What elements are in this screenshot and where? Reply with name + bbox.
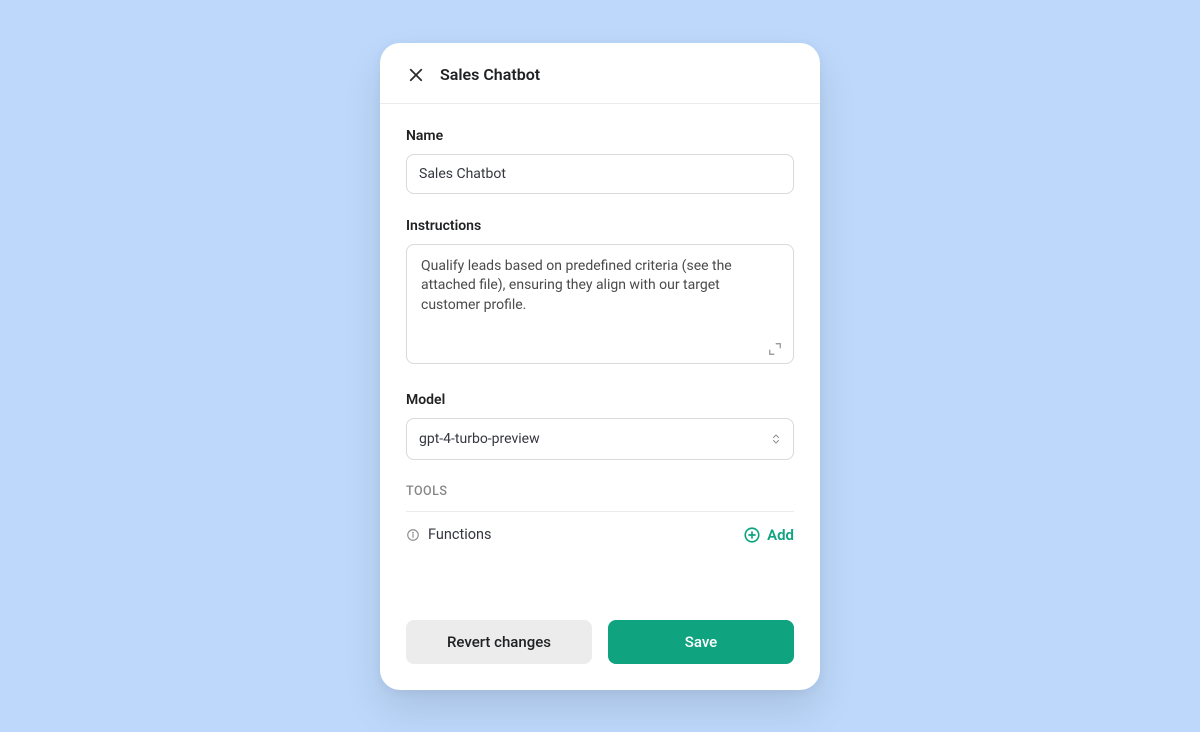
functions-label: Functions: [428, 526, 491, 543]
plus-circle-icon: [743, 526, 761, 544]
model-label: Model: [406, 392, 794, 408]
tools-section-label: TOOLS: [406, 484, 794, 499]
instructions-field-group: Instructions: [406, 218, 794, 368]
add-label: Add: [767, 526, 794, 544]
instructions-textarea[interactable]: [406, 244, 794, 364]
close-button[interactable]: [406, 65, 426, 85]
model-field-group: Model gpt-4-turbo-preview: [406, 392, 794, 460]
modal-footer: Revert changes Save: [380, 602, 820, 690]
model-select-wrap: gpt-4-turbo-preview: [406, 418, 794, 460]
info-icon: [406, 528, 420, 542]
modal-body: Name Instructions Model gpt-4-turbo-prev…: [380, 104, 820, 602]
name-label: Name: [406, 128, 794, 144]
model-select[interactable]: gpt-4-turbo-preview: [406, 418, 794, 460]
name-input[interactable]: [406, 154, 794, 194]
save-button[interactable]: Save: [608, 620, 794, 664]
instructions-label: Instructions: [406, 218, 794, 234]
functions-left: Functions: [406, 526, 491, 543]
modal-title: Sales Chatbot: [440, 65, 540, 84]
modal-header: Sales Chatbot: [380, 43, 820, 104]
divider: [406, 511, 794, 512]
name-field-group: Name: [406, 128, 794, 194]
add-function-button[interactable]: Add: [743, 526, 794, 544]
close-icon: [407, 66, 425, 84]
expand-icon[interactable]: [768, 342, 782, 356]
instructions-textarea-wrap: [406, 244, 794, 368]
functions-row: Functions Add: [406, 526, 794, 544]
edit-agent-modal: Sales Chatbot Name Instructions Model gp…: [380, 43, 820, 690]
page-canvas: Sales Chatbot Name Instructions Model gp…: [164, 28, 1036, 704]
revert-button[interactable]: Revert changes: [406, 620, 592, 664]
